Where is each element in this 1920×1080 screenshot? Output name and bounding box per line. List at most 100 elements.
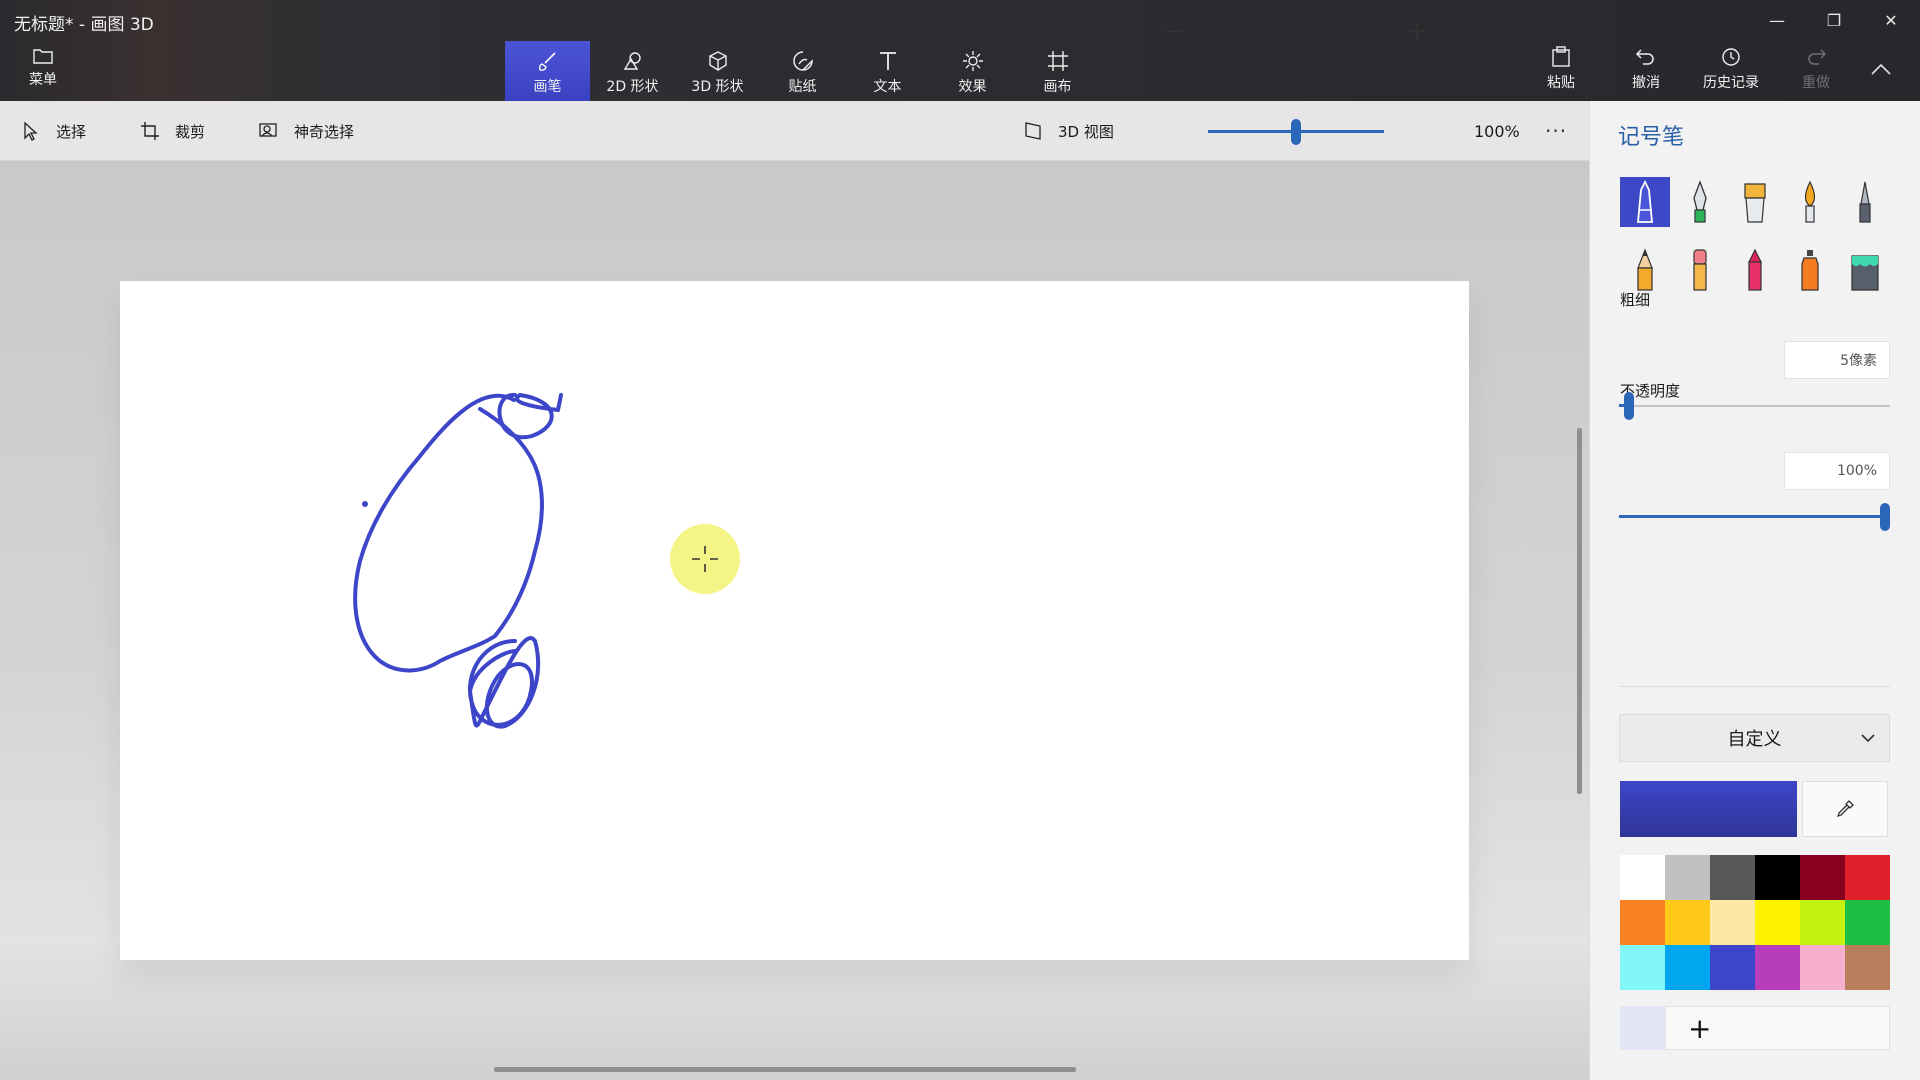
brush-crayon[interactable] xyxy=(1730,245,1780,295)
brush-marker[interactable] xyxy=(1620,177,1670,227)
brush-watercolor[interactable] xyxy=(1785,177,1835,227)
spray-can-icon xyxy=(1801,250,1819,291)
select-button[interactable]: 选择 xyxy=(20,101,86,161)
text-icon xyxy=(879,52,896,70)
brush-pencil[interactable] xyxy=(1620,245,1670,295)
fill-bucket-icon xyxy=(1851,255,1879,291)
color-swatch[interactable] xyxy=(1620,855,1665,900)
redo-icon xyxy=(1808,49,1827,65)
undo-icon xyxy=(1635,49,1654,65)
eraser-icon xyxy=(1693,249,1707,291)
tab-label: 画布 xyxy=(1043,79,1072,95)
color-swatch[interactable] xyxy=(1620,900,1665,945)
title-and-toolbar: 无标题* - 画图 3D — ❐ ✕ 菜单 画笔 2D 形状 3D 形状 贴纸 … xyxy=(0,0,1920,101)
tab-label: 2D 形状 xyxy=(606,79,659,95)
color-swatch[interactable] xyxy=(1845,855,1890,900)
custom-color-swatch[interactable] xyxy=(1620,1006,1665,1050)
tab-brushes[interactable]: 画笔 xyxy=(505,41,590,101)
color-swatch[interactable] xyxy=(1710,900,1755,945)
opacity-slider-fill xyxy=(1619,515,1885,518)
menu-button[interactable]: 菜单 xyxy=(20,46,66,94)
color-swatch[interactable] xyxy=(1755,900,1800,945)
tab-3d-shapes[interactable]: 3D 形状 xyxy=(675,41,760,101)
eyedropper-button[interactable] xyxy=(1802,781,1888,837)
redo-button[interactable]: 重做 xyxy=(1781,46,1851,92)
brush-pixel-pen[interactable] xyxy=(1840,177,1890,227)
current-color-swatch[interactable] xyxy=(1620,781,1797,837)
color-swatch[interactable] xyxy=(1845,945,1890,990)
pencil-icon xyxy=(1637,248,1653,291)
tab-stickers[interactable]: 贴纸 xyxy=(760,41,845,101)
color-swatch[interactable] xyxy=(1665,945,1710,990)
magic-select-button[interactable]: 神奇选择 xyxy=(258,101,354,161)
thickness-slider-track[interactable] xyxy=(1619,405,1890,407)
tab-label: 文本 xyxy=(873,79,902,95)
zoom-slider-thumb[interactable] xyxy=(1291,119,1301,145)
tab-effects[interactable]: 效果 xyxy=(930,41,1015,101)
select-label: 选择 xyxy=(56,122,87,141)
crop-button[interactable]: 裁剪 xyxy=(139,101,205,161)
color-swatch[interactable] xyxy=(1665,900,1710,945)
pixel-pen-icon xyxy=(1859,181,1871,223)
color-palette xyxy=(1620,855,1890,990)
redo-label: 重做 xyxy=(1802,75,1830,91)
color-mode-dropdown[interactable]: 自定义 xyxy=(1619,714,1890,762)
color-swatch[interactable] xyxy=(1620,945,1665,990)
pointer-icon xyxy=(24,121,38,141)
add-color-button[interactable]: + xyxy=(1665,1006,1890,1050)
color-swatch[interactable] xyxy=(1710,855,1755,900)
opacity-slider-thumb[interactable] xyxy=(1880,503,1890,531)
undo-label: 撤消 xyxy=(1632,75,1660,91)
calligraphy-pen-icon xyxy=(1693,180,1707,223)
undo-button[interactable]: 撤消 xyxy=(1611,46,1681,92)
color-swatch[interactable] xyxy=(1755,945,1800,990)
tab-label: 效果 xyxy=(958,79,987,95)
main-tabs: 画笔 2D 形状 3D 形状 贴纸 文本 效果 画布 xyxy=(505,41,1100,101)
tab-2d-shapes[interactable]: 2D 形状 xyxy=(590,41,675,101)
drawing-canvas[interactable] xyxy=(120,281,1469,960)
color-swatch[interactable] xyxy=(1845,900,1890,945)
marker-icon xyxy=(1637,180,1653,223)
vertical-scrollbar[interactable] xyxy=(1577,428,1582,794)
magic-select-icon xyxy=(259,123,277,137)
history-button[interactable]: 历史记录 xyxy=(1696,46,1766,92)
zoom-out-button[interactable]: — xyxy=(1160,18,1186,44)
ink-dot xyxy=(362,501,368,507)
chevron-up-icon[interactable] xyxy=(1866,58,1896,82)
thickness-slider-thumb[interactable] xyxy=(1624,392,1634,420)
brush-spray[interactable] xyxy=(1785,245,1835,295)
brush-icon xyxy=(538,52,556,71)
color-swatch[interactable] xyxy=(1755,855,1800,900)
color-swatch[interactable] xyxy=(1710,945,1755,990)
chevron-down-icon xyxy=(1861,734,1875,743)
color-swatch[interactable] xyxy=(1800,855,1845,900)
magic-select-label: 神奇选择 xyxy=(294,122,355,141)
brush-eraser[interactable] xyxy=(1675,245,1725,295)
opacity-input[interactable]: 100% xyxy=(1784,452,1890,490)
color-swatch[interactable] xyxy=(1665,855,1710,900)
3d-shapes-icon xyxy=(708,51,727,71)
paste-label: 粘贴 xyxy=(1547,75,1575,91)
color-swatch[interactable] xyxy=(1800,900,1845,945)
maximize-button[interactable]: ❐ xyxy=(1811,6,1857,34)
paste-button[interactable]: 粘贴 xyxy=(1526,46,1596,92)
horizontal-scrollbar[interactable] xyxy=(494,1067,1076,1072)
view-3d-label: 3D 视图 xyxy=(1058,122,1114,141)
2d-shapes-icon xyxy=(623,52,641,70)
zoom-in-button[interactable]: + xyxy=(1404,16,1430,46)
view-3d-button[interactable]: 3D 视图 xyxy=(1022,101,1114,161)
minimize-button[interactable]: — xyxy=(1754,6,1800,34)
brush-calligraphy-pen[interactable] xyxy=(1675,177,1725,227)
tab-canvas[interactable]: 画布 xyxy=(1015,41,1100,101)
color-swatch[interactable] xyxy=(1800,945,1845,990)
window-title: 无标题* - 画图 3D xyxy=(14,15,154,35)
close-button[interactable]: ✕ xyxy=(1868,6,1914,34)
crop-label: 裁剪 xyxy=(175,122,206,141)
more-options-button[interactable]: ··· xyxy=(1545,101,1567,161)
brush-oil[interactable] xyxy=(1730,177,1780,227)
thickness-label: 粗细 xyxy=(1620,291,1651,309)
tab-text[interactable]: 文本 xyxy=(845,41,930,101)
brush-fill[interactable] xyxy=(1840,245,1890,295)
cursor-highlight xyxy=(670,524,740,594)
thickness-input[interactable]: 5像素 xyxy=(1784,341,1890,379)
